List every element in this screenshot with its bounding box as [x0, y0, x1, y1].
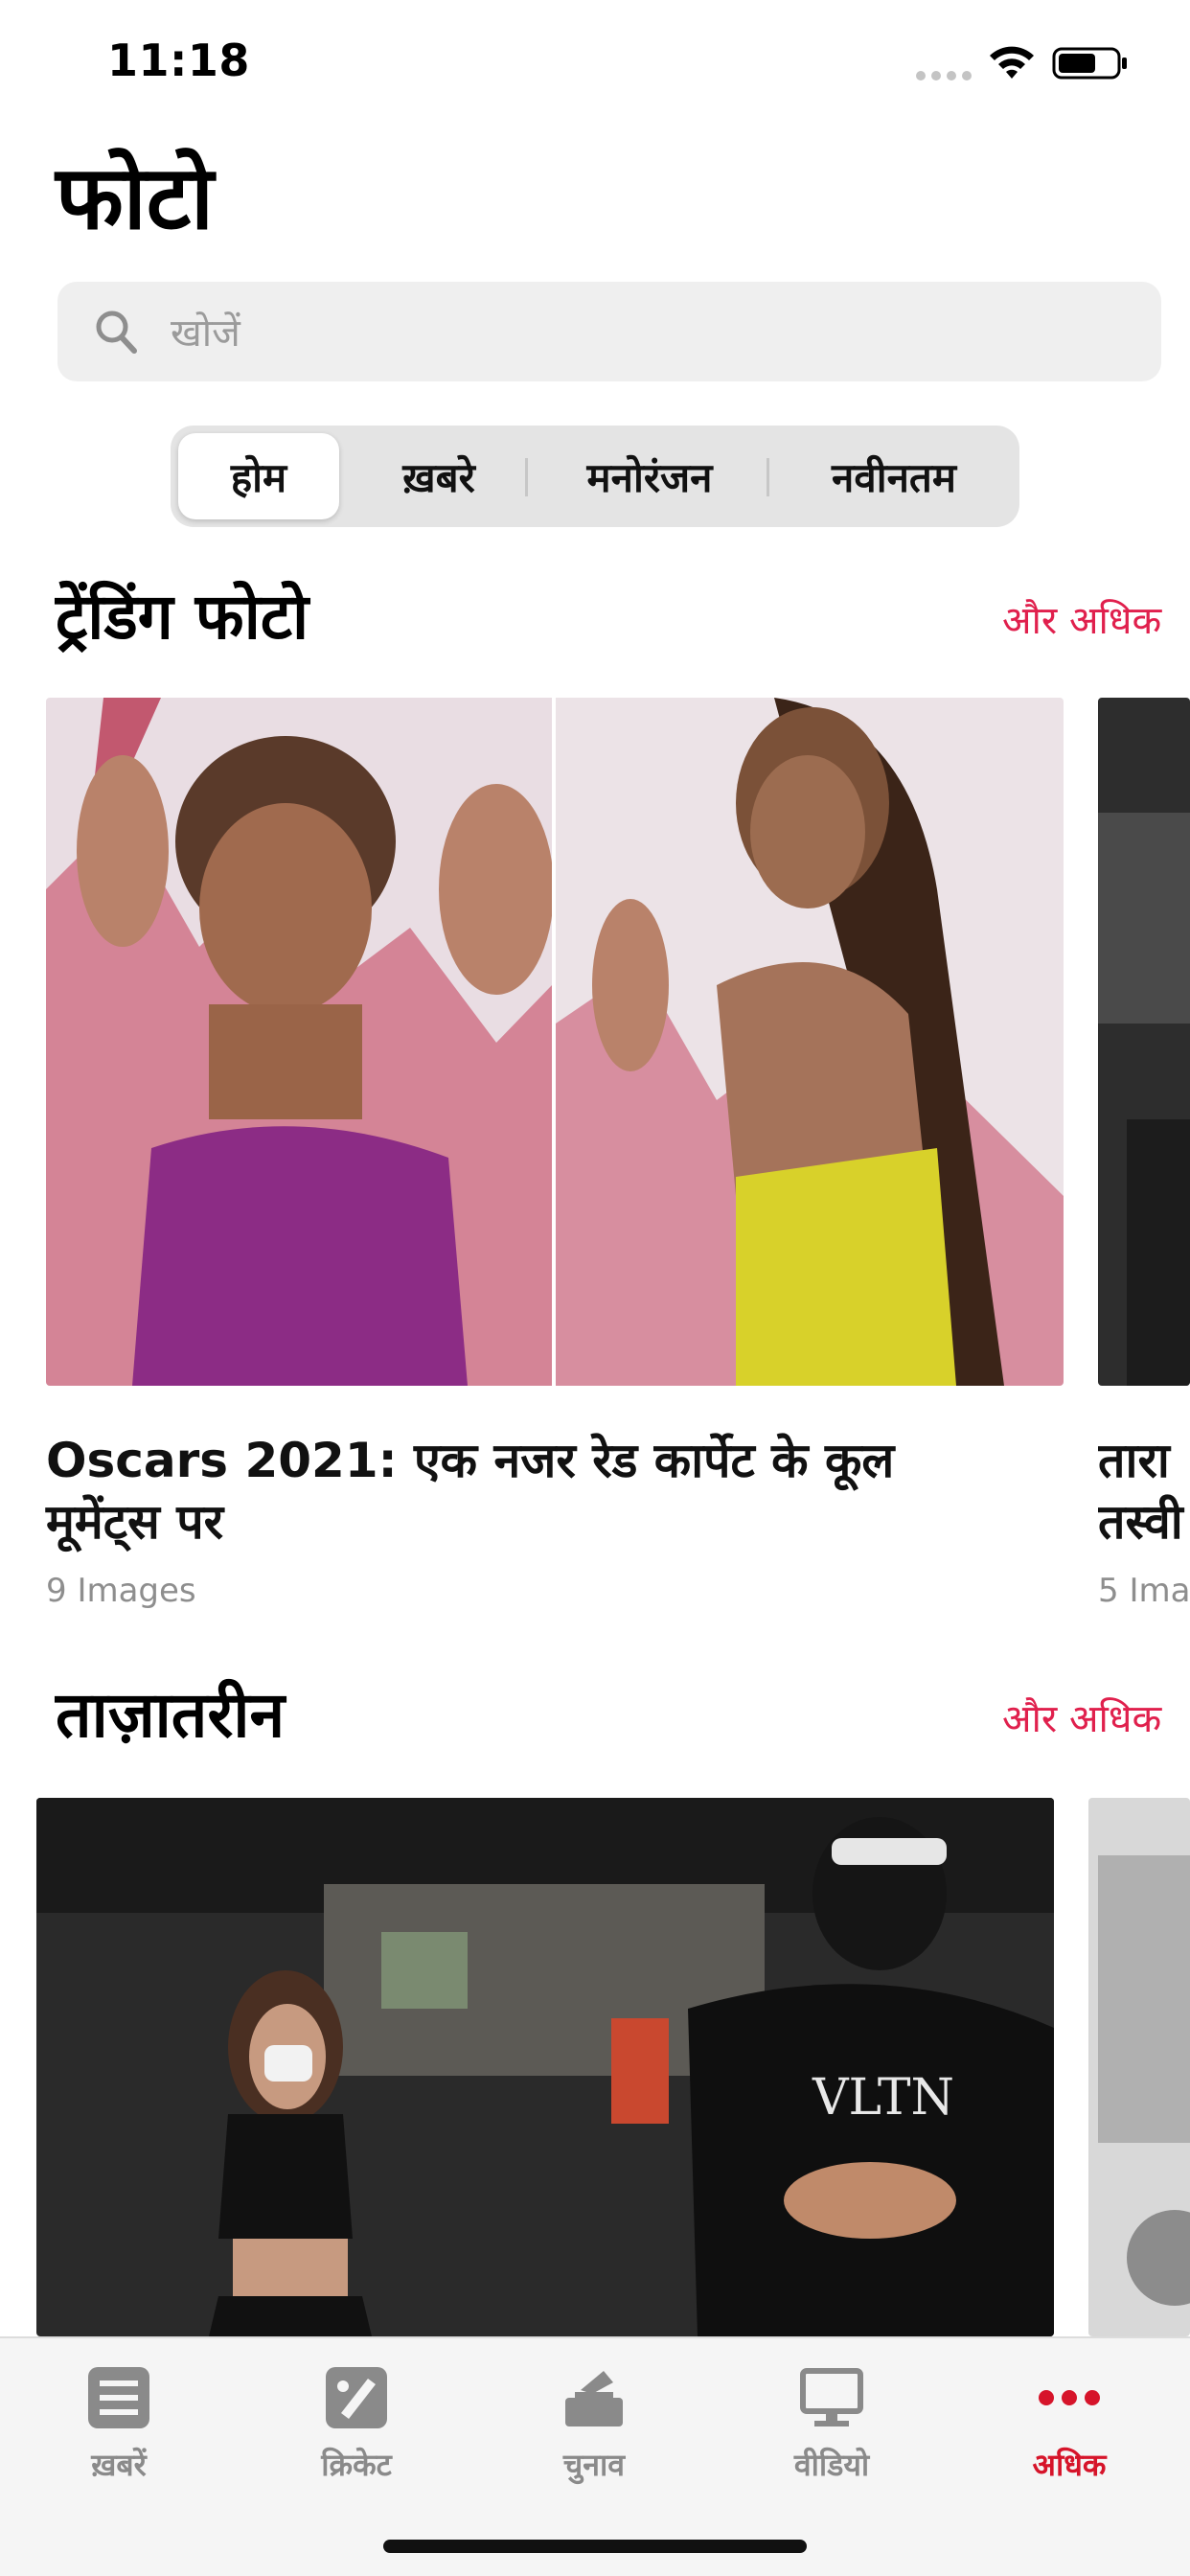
trending-card-title[interactable]: Oscars 2021: एक नजर रेड कार्पेट के कूल म…	[46, 1430, 1004, 1552]
tab-bar-label: ख़बरें	[91, 2447, 147, 2483]
tab-entertainment[interactable]: मनोरंजन	[535, 433, 765, 519]
card-title-line: तारा	[1098, 1433, 1170, 1488]
trending-card-image[interactable]	[1098, 698, 1190, 1386]
tab-bar-video[interactable]: वीडियो	[755, 2358, 908, 2501]
status-time: 11:18	[107, 34, 250, 86]
image-count: 9 Images	[46, 1572, 196, 1610]
page-title: फोटो	[56, 147, 214, 249]
cricket-icon	[326, 2367, 387, 2428]
latest-more-link[interactable]: और अधिक	[1002, 1690, 1161, 1743]
trending-card-image[interactable]	[46, 698, 1064, 1386]
tab-bar-news[interactable]: ख़बरें	[42, 2358, 195, 2501]
video-icon	[800, 2368, 863, 2426]
segment-divider	[767, 458, 769, 496]
oscars-photo	[46, 698, 1064, 1386]
news-icon	[88, 2367, 149, 2428]
tab-news[interactable]: ख़बरे	[353, 433, 525, 519]
search-input[interactable]: खोजें	[57, 282, 1161, 381]
trending-card-title[interactable]: तारा तस्वी	[1098, 1430, 1190, 1552]
search-icon	[96, 310, 137, 354]
airport-photo: VLTN	[36, 1798, 1054, 2336]
tab-home[interactable]: होम	[178, 433, 339, 519]
tab-latest[interactable]: नवीनतम	[778, 433, 1010, 519]
tab-bar-label: क्रिकेट	[321, 2447, 392, 2483]
latest-card-image[interactable]: VLTN	[36, 1798, 1054, 2336]
trending-section-title: ट्रेंडिंग फोटो	[56, 580, 309, 654]
more-icon	[1039, 2390, 1100, 2405]
trending-photo-2	[1098, 698, 1190, 1386]
card-title-line: मूमेंट्स पर	[46, 1494, 224, 1550]
segmented-control: होम ख़बरे मनोरंजन नवीनतम	[171, 426, 1019, 527]
tab-bar-label: वीडियो	[793, 2447, 870, 2483]
battery-icon	[1052, 47, 1127, 80]
tab-bar-more[interactable]: अधिक	[993, 2358, 1146, 2501]
tab-bar-cricket[interactable]: क्रिकेट	[280, 2358, 433, 2501]
tab-bar-label: अधिक	[1032, 2447, 1107, 2483]
wifi-icon	[990, 46, 1034, 79]
segment-divider	[525, 458, 528, 496]
tab-bar-election[interactable]: चुनाव	[517, 2358, 671, 2501]
latest-section-title: ताज़ातरीन	[56, 1678, 286, 1752]
election-icon	[565, 2371, 623, 2426]
image-count: 5 Imag	[1098, 1572, 1190, 1610]
search-placeholder: खोजें	[171, 311, 240, 356]
trending-more-link[interactable]: और अधिक	[1002, 592, 1161, 645]
home-indicator[interactable]	[383, 2540, 807, 2553]
svg-text:VLTN: VLTN	[812, 2069, 954, 2127]
latest-card-image[interactable]	[1088, 1798, 1190, 2336]
tab-bar-label: चुनाव	[562, 2447, 626, 2483]
status-bar: 11:18	[0, 0, 1190, 126]
card-title-line: तस्वी	[1098, 1494, 1183, 1550]
cellular-signal-icon	[916, 71, 972, 80]
latest-photo-2	[1088, 1798, 1190, 2336]
card-title-line: Oscars 2021: एक नजर रेड कार्पेट के कूल	[46, 1433, 895, 1488]
